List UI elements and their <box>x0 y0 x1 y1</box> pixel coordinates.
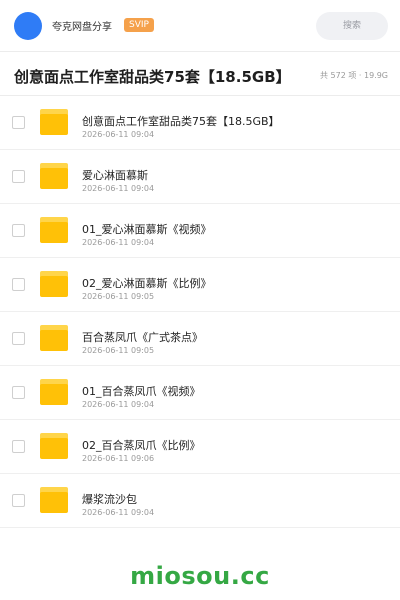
item-checkbox[interactable] <box>12 224 25 237</box>
folder-icon <box>40 325 68 351</box>
list-item[interactable]: 百合蒸凤爪《广式茶点》 2026-06-11 09:05 <box>0 312 400 366</box>
list-item[interactable]: 爱心淋面慕斯 2026-06-11 09:04 <box>0 150 400 204</box>
item-date: 2026-06-11 09:05 <box>82 346 155 355</box>
folder-icon <box>40 433 68 459</box>
page-title: 创意面点工作室甜品类75套【18.5GB】 <box>14 68 291 86</box>
folder-icon <box>40 487 68 513</box>
list-item[interactable]: 01_百合蒸凤爪《视频》 2026-06-11 09:04 <box>0 366 400 420</box>
share-title-bar: 创意面点工作室甜品类75套【18.5GB】 共 572 项 · 19.9G <box>0 52 400 96</box>
item-name[interactable]: 爆浆流沙包 <box>82 491 137 507</box>
item-checkbox[interactable] <box>12 170 25 183</box>
folder-icon <box>40 271 68 297</box>
item-checkbox[interactable] <box>12 386 25 399</box>
item-name[interactable]: 01_爱心淋面慕斯《视频》 <box>82 221 212 237</box>
list-item[interactable]: 01_爱心淋面慕斯《视频》 2026-06-11 09:04 <box>0 204 400 258</box>
file-list: 创意面点工作室甜品类75套【18.5GB】 2026-06-11 09:04 爱… <box>0 96 400 528</box>
item-checkbox[interactable] <box>12 332 25 345</box>
folder-icon <box>40 379 68 405</box>
item-date: 2026-06-11 09:04 <box>82 184 155 193</box>
item-date: 2026-06-11 09:05 <box>82 292 155 301</box>
item-checkbox[interactable] <box>12 494 25 507</box>
brand-label: 夸克网盘分享 <box>52 22 112 33</box>
item-name[interactable]: 02_百合蒸凤爪《比例》 <box>82 437 201 453</box>
list-item[interactable]: 02_爱心淋面慕斯《比例》 2026-06-11 09:05 <box>0 258 400 312</box>
item-date: 2026-06-11 09:04 <box>82 508 155 517</box>
svip-badge: SVIP <box>124 18 154 32</box>
item-checkbox[interactable] <box>12 116 25 129</box>
item-name[interactable]: 02_爱心淋面慕斯《比例》 <box>82 275 212 291</box>
avatar[interactable] <box>14 12 42 40</box>
list-item[interactable]: 爆浆流沙包 2026-06-11 09:04 <box>0 474 400 528</box>
list-item[interactable]: 创意面点工作室甜品类75套【18.5GB】 2026-06-11 09:04 <box>0 96 400 150</box>
item-count-size: 共 572 项 · 19.9G <box>320 71 388 80</box>
folder-icon <box>40 109 68 135</box>
search-button[interactable]: 搜索 <box>316 12 388 40</box>
item-name[interactable]: 01_百合蒸凤爪《视频》 <box>82 383 201 399</box>
item-name[interactable]: 爱心淋面慕斯 <box>82 167 148 183</box>
item-name[interactable]: 创意面点工作室甜品类75套【18.5GB】 <box>82 113 280 129</box>
item-checkbox[interactable] <box>12 440 25 453</box>
list-item[interactable]: 02_百合蒸凤爪《比例》 2026-06-11 09:06 <box>0 420 400 474</box>
item-date: 2026-06-11 09:04 <box>82 400 155 409</box>
item-checkbox[interactable] <box>12 278 25 291</box>
folder-icon <box>40 217 68 243</box>
item-name[interactable]: 百合蒸凤爪《广式茶点》 <box>82 329 203 345</box>
folder-icon <box>40 163 68 189</box>
item-date: 2026-06-11 09:04 <box>82 238 155 247</box>
item-date: 2026-06-11 09:04 <box>82 130 155 139</box>
top-bar: 夸克网盘分享 SVIP 搜索 <box>0 0 400 52</box>
item-date: 2026-06-11 09:06 <box>82 454 155 463</box>
watermark-text: miosou.cc <box>130 562 270 590</box>
